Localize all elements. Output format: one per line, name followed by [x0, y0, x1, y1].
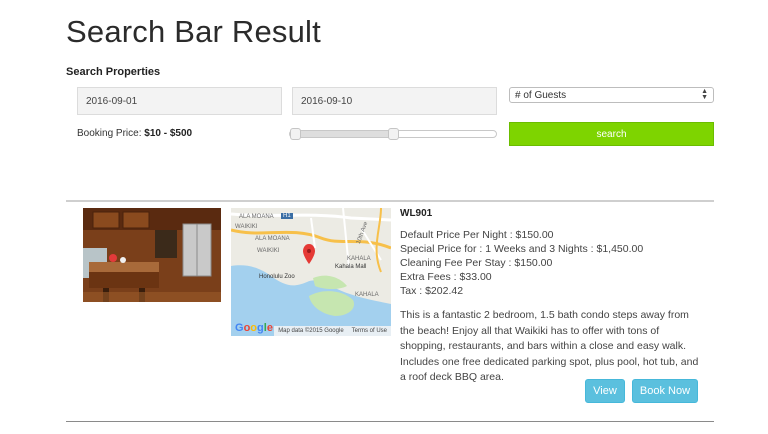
price-line: Extra Fees : $33.00 [400, 271, 492, 283]
price-range-slider[interactable] [289, 128, 497, 140]
check-out-date-input[interactable] [292, 87, 497, 115]
guests-select[interactable]: # of Guests ▲ ▼ [509, 87, 714, 103]
price-slider-max-handle[interactable] [387, 128, 399, 140]
map-label-ala-moana: ALA MOANA [239, 214, 274, 220]
booking-price-range: $10 - $500 [144, 128, 193, 139]
map-terms-link[interactable]: Terms of Use [352, 328, 387, 334]
map-label-waikiki: WAIKIKI [257, 248, 280, 254]
listing-description: This is a fantastic 2 bedroom, 1.5 bath … [400, 309, 699, 383]
property-photo[interactable] [83, 208, 221, 302]
map-label-kahala-mall: Kahala Mall [335, 264, 367, 270]
location-map[interactable]: ALA MOANA ALA MOANA WAIKIKI WAIKIKI KAHA… [231, 208, 391, 336]
map-label-honolulu-zoo: Honolulu Zoo [259, 274, 295, 280]
map-label-ala-moana: ALA MOANA [255, 236, 290, 242]
map-label-kahala: KAHALA [347, 256, 371, 262]
listing-details: WL901 Default Price Per Night : $150.00 … [400, 208, 720, 386]
price-line: Tax : $202.42 [400, 285, 464, 297]
map-label-kahala: KAHALA [355, 292, 379, 298]
guests-select-value: # of Guests [515, 89, 567, 101]
booking-price-caption: Booking Price: [77, 128, 142, 139]
search-button[interactable]: search [509, 122, 714, 146]
select-arrows-icon: ▲ ▼ [701, 88, 708, 101]
results-divider-top [66, 200, 714, 202]
price-line: Cleaning Fee Per Stay : $150.00 [400, 257, 553, 269]
booking-price-label: Booking Price: $10 - $500 [77, 128, 192, 139]
search-properties-heading: Search Properties [66, 66, 161, 78]
map-label-waikiki: WAIKIKI [235, 224, 258, 230]
price-slider-range [295, 131, 393, 137]
price-line: Special Price for : 1 Weeks and 3 Nights… [400, 243, 644, 255]
map-data-credit: Map data ©2015 Google [278, 328, 344, 334]
map-label-h1: H1 [281, 213, 293, 219]
results-divider-bottom [66, 421, 714, 422]
page-title: Search Bar Result [66, 14, 321, 49]
price-line: Default Price Per Night : $150.00 [400, 229, 554, 241]
listing-code: WL901 [400, 208, 433, 219]
view-button[interactable]: View [585, 379, 625, 403]
google-logo: Google [235, 322, 273, 334]
check-in-date-input[interactable] [77, 87, 282, 115]
price-slider-min-handle[interactable] [290, 128, 301, 140]
map-footer: Map data ©2015 Google Terms of Use [274, 326, 391, 336]
book-now-button[interactable]: Book Now [632, 379, 698, 403]
